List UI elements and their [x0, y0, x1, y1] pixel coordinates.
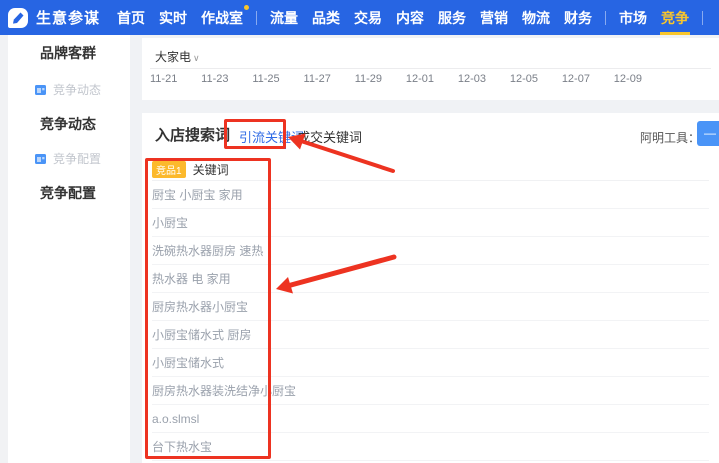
tab-traffic-keywords[interactable]: 引流关键词: [239, 127, 304, 146]
nav-item-competition[interactable]: 竞争: [654, 0, 696, 35]
sidebar-item-competition-trends-link[interactable]: 竞争动态: [8, 81, 130, 98]
keyword-row: 小厨宝: [152, 209, 709, 237]
axis-tick: 12-03: [457, 73, 486, 85]
sidebar-item-competition-config-link[interactable]: 竞争配置: [8, 150, 130, 167]
notification-dot: [244, 5, 250, 10]
aming-tools-label: 阿明工具：: [640, 131, 701, 145]
keyword-row: 台下热水宝: [152, 433, 709, 461]
chart-card: 大家电 ∨ 11-21 11-23 11-25 11-27 11-29 12-01…: [142, 38, 719, 100]
sidebar-item-brand-audience[interactable]: 品牌客群: [8, 43, 130, 63]
tab-deal-keywords[interactable]: 成交关键词: [297, 127, 362, 146]
nav-item-home[interactable]: 首页: [110, 0, 152, 35]
nav-item-warroom[interactable]: 作战室: [194, 0, 250, 35]
nav-item-warroom-label: 作战室: [201, 9, 244, 26]
keyword-table-header: 竞品1 关键词: [152, 159, 709, 181]
axis-tick: 12-09: [613, 73, 642, 85]
top-nav: 生意参谋 首页 实时 作战室 流量 品类 交易 内容 服务 营销 物流 财务 市…: [0, 0, 719, 35]
nav-item-trade[interactable]: 交易: [347, 0, 389, 35]
nav-item-traffic[interactable]: 流量: [263, 0, 305, 35]
store-icon: [35, 154, 46, 164]
brand-title: 生意参谋: [36, 10, 101, 27]
keyword-row: 厨房热水器装洗结净小厨宝: [152, 377, 709, 405]
nav-item-realtime[interactable]: 实时: [152, 0, 194, 35]
keyword-row: 小厨宝储水式: [152, 349, 709, 377]
aming-tools-button[interactable]: —: [697, 121, 719, 146]
search-keywords-card: 入店搜索词 引流关键词 成交关键词 阿明工具： — 竞品1 关键词 厨宝 小厨宝…: [142, 113, 719, 463]
category-dropdown-label: 大家电: [155, 50, 192, 64]
keyword-row: 厨宝 小厨宝 家用: [152, 181, 709, 209]
nav-divider: [256, 10, 258, 25]
section-title: 入店搜索词: [155, 127, 231, 144]
sidebar: 品牌客群 竞争动态 竞争动态 竞争配置 竞争配置: [8, 35, 130, 463]
competitor-badge: 竞品1: [152, 161, 186, 178]
sidebar-item-label: 竞争动态: [53, 83, 102, 97]
store-icon: [35, 85, 46, 95]
keyword-row: 厨房热水器小厨宝: [152, 293, 709, 321]
app-window: 生意参谋 首页 实时 作战室 流量 品类 交易 内容 服务 营销 物流 财务 市…: [0, 0, 719, 463]
axis-tick: 11-21: [150, 73, 178, 85]
nav-item-service[interactable]: 服务: [431, 0, 473, 35]
category-dropdown[interactable]: 大家电 ∨: [155, 48, 200, 65]
nav-divider: [605, 10, 607, 25]
chart-axis-line: [150, 68, 711, 69]
keyword-column-header: 关键词: [192, 163, 229, 177]
left-gutter: [0, 35, 8, 463]
nav-item-logistics[interactable]: 物流: [515, 0, 557, 35]
keyword-row: 小厨宝储水式 厨房: [152, 321, 709, 349]
axis-tick: 12-07: [561, 73, 590, 85]
nav-divider: [702, 10, 704, 25]
nav-item-market[interactable]: 市场: [612, 0, 654, 35]
chart-x-axis: 11-21 11-23 11-25 11-27 11-29 12-01 12-0…: [150, 73, 642, 85]
nav-item-content[interactable]: 内容: [389, 0, 431, 35]
keyword-row: a.o.slmsl: [152, 405, 709, 433]
chevron-down-icon: ∨: [193, 53, 200, 63]
axis-tick: 11-23: [201, 73, 229, 85]
axis-tick: 11-25: [252, 73, 280, 85]
active-tab-underline: [236, 147, 286, 149]
keyword-row: 洗碗热水器厨房 速热: [152, 237, 709, 265]
keyword-table: 竞品1 关键词 厨宝 小厨宝 家用 小厨宝 洗碗热水器厨房 速热 热水器 电 家…: [152, 159, 709, 461]
nav-item-category[interactable]: 品类: [305, 0, 347, 35]
nav-item-marketing[interactable]: 营销: [473, 0, 515, 35]
sycm-logo-icon[interactable]: [8, 7, 28, 28]
pen-icon: [13, 12, 24, 24]
axis-tick: 11-29: [354, 73, 383, 85]
keyword-row: 热水器 电 家用: [152, 265, 709, 293]
nav-menu: 首页 实时 作战室 流量 品类 交易 内容 服务 营销 物流 财务 市场 竞争: [110, 0, 709, 35]
sidebar-item-competition-trends-group[interactable]: 竞争动态: [8, 114, 130, 134]
sidebar-item-label: 竞争配置: [53, 152, 102, 166]
axis-tick: 12-05: [509, 73, 538, 85]
sidebar-item-competition-config-group[interactable]: 竞争配置: [8, 183, 130, 203]
nav-item-finance[interactable]: 财务: [557, 0, 599, 35]
axis-tick: 12-01: [405, 73, 434, 85]
axis-tick: 11-27: [303, 73, 331, 85]
